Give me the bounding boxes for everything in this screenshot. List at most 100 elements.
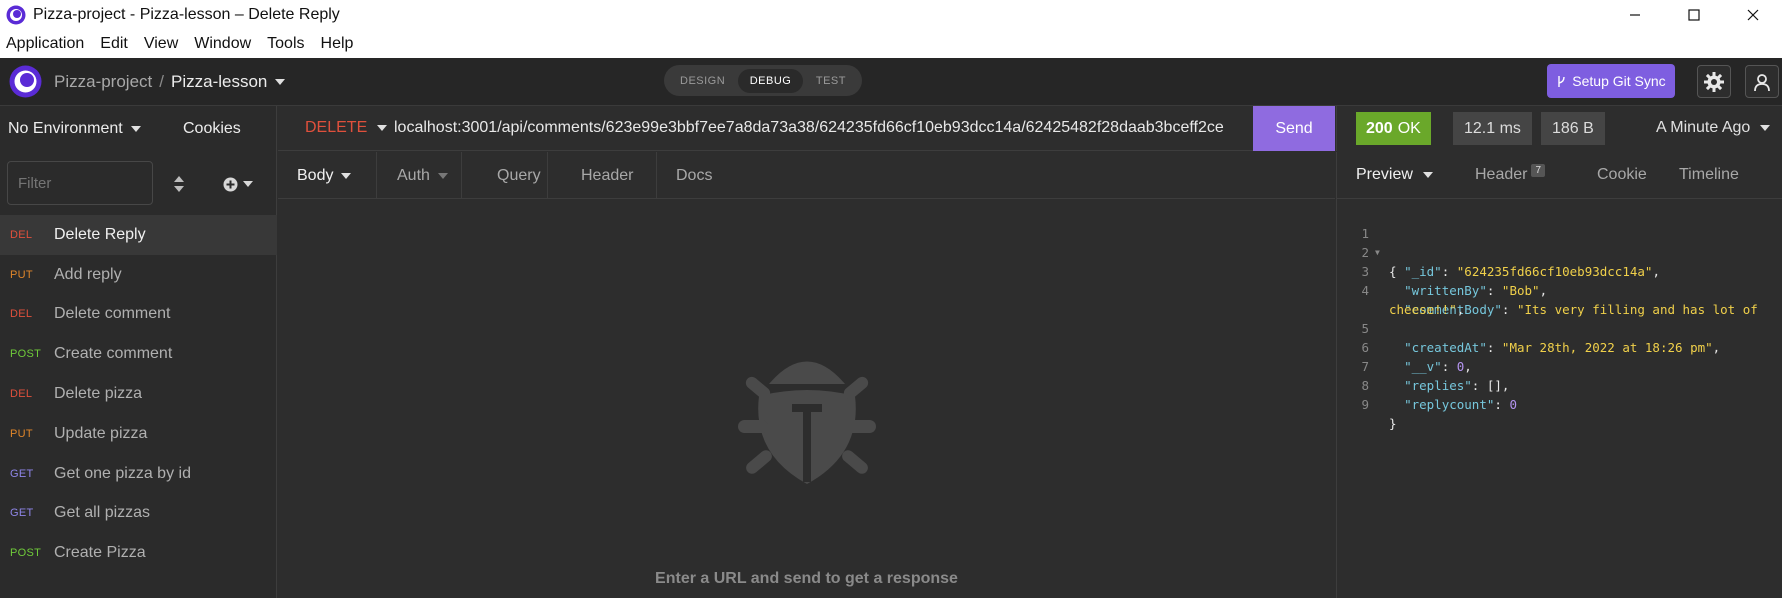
request-name: Delete comment — [54, 305, 171, 323]
menu-window[interactable]: Window — [194, 35, 251, 53]
filter-input[interactable] — [7, 161, 153, 205]
request-list: DEL Delete Reply PUT Add reply DEL Delet… — [0, 215, 277, 573]
status-text: OK — [1397, 119, 1421, 137]
menu-tools[interactable]: Tools — [267, 35, 304, 53]
tab-divider — [461, 152, 462, 199]
list-item[interactable]: GET Get all pizzas — [0, 494, 277, 534]
environment-label: No Environment — [8, 120, 123, 137]
list-item[interactable]: DEL Delete Reply — [0, 215, 277, 255]
status-badge: 200 OK — [1356, 112, 1431, 145]
setup-git-sync-button[interactable]: Setup Git Sync — [1547, 64, 1675, 98]
mode-test[interactable]: TEST — [804, 69, 858, 93]
breadcrumb-separator: / — [159, 72, 164, 91]
method-badge: GET — [10, 467, 34, 480]
list-item[interactable]: DEL Delete pizza — [0, 374, 277, 414]
response-time: 12.1 ms — [1453, 112, 1532, 145]
app-logo-icon — [6, 5, 26, 25]
tab-header[interactable]: Header — [581, 152, 633, 199]
list-item[interactable]: PUT Add reply — [0, 255, 277, 295]
breadcrumb: Pizza-project / Pizza-lesson — [54, 72, 286, 92]
method-badge: DEL — [10, 308, 33, 321]
menu-view[interactable]: View — [144, 35, 178, 53]
tab-label: Auth — [397, 166, 430, 184]
list-item[interactable]: POST Create Pizza — [0, 533, 277, 573]
sort-icon[interactable] — [172, 175, 186, 193]
method-badge: POST — [10, 348, 42, 361]
close-button[interactable] — [1723, 0, 1782, 30]
maximize-icon — [1687, 9, 1700, 21]
tab-label: Preview — [1356, 166, 1413, 183]
breadcrumb-collection[interactable]: Pizza-lesson — [171, 72, 267, 92]
response-history-select[interactable]: A Minute Ago — [1656, 119, 1771, 137]
code-line: 4 "commentBody": "Its very filling and h… — [1337, 262, 1782, 317]
tab-label: Header — [581, 166, 634, 184]
tab-query[interactable]: Query — [497, 152, 541, 199]
tab-response-header[interactable]: Header 7 — [1475, 152, 1546, 198]
app-header: Pizza-project / Pizza-lesson DESIGN DEBU… — [0, 58, 1782, 106]
code-line: 3 "writtenBy": "Bob", — [1337, 243, 1782, 298]
title-bar: Pizza-project - Pizza-lesson – Delete Re… — [0, 0, 1782, 30]
tab-label: Cookie — [1597, 166, 1647, 183]
tab-timeline[interactable]: Timeline — [1679, 152, 1739, 198]
git-sync-label: Setup Git Sync — [1572, 73, 1666, 89]
code-line: 5 "createdAt": "Mar 28th, 2022 at 18:26 … — [1337, 300, 1782, 355]
cookies-button[interactable]: Cookies — [183, 120, 241, 138]
settings-button[interactable] — [1697, 65, 1731, 98]
tab-auth[interactable]: Auth — [397, 152, 448, 199]
chevron-down-icon — [1422, 172, 1433, 178]
chevron-down-icon — [130, 126, 141, 132]
request-name: Delete Reply — [54, 225, 146, 243]
request-name: Get all pizzas — [54, 504, 151, 522]
json-key: "replycount" — [1404, 397, 1495, 412]
method-select[interactable]: DELETE — [305, 119, 388, 137]
tab-docs[interactable]: Docs — [676, 152, 712, 199]
tab-preview[interactable]: Preview — [1356, 152, 1433, 198]
header-count-badge: 7 — [1531, 163, 1546, 177]
breadcrumb-project[interactable]: Pizza-project — [54, 72, 152, 92]
account-button[interactable] — [1745, 65, 1779, 98]
method-badge: PUT — [10, 268, 33, 281]
request-name: Update pizza — [54, 424, 148, 442]
user-icon — [1754, 73, 1770, 91]
close-icon — [1747, 9, 1758, 21]
gear-icon — [1704, 71, 1724, 92]
request-tabs: Body Auth Query Header Docs — [278, 152, 1335, 199]
tab-body[interactable]: Body — [278, 152, 377, 199]
method-badge: DEL — [10, 388, 33, 401]
menu-edit[interactable]: Edit — [100, 35, 128, 53]
menu-application[interactable]: Application — [6, 35, 84, 53]
maximize-button[interactable] — [1664, 0, 1723, 30]
line-number: 9 — [1361, 397, 1369, 412]
mode-debug[interactable]: DEBUG — [737, 68, 804, 93]
branch-icon — [1558, 75, 1565, 87]
list-item[interactable]: DEL Delete comment — [0, 295, 277, 335]
bug-icon — [738, 361, 876, 484]
tab-divider — [656, 152, 657, 199]
chevron-down-icon — [437, 172, 448, 179]
method-badge: DEL — [10, 228, 33, 241]
list-item[interactable]: GET Get one pizza by id — [0, 454, 277, 494]
tab-label: Body — [297, 166, 334, 184]
response-age: A Minute Ago — [1656, 119, 1751, 136]
send-button[interactable]: Send — [1253, 106, 1335, 151]
minimize-button[interactable] — [1605, 0, 1664, 30]
environment-select[interactable]: No Environment — [8, 120, 141, 138]
tab-label: Header — [1475, 166, 1528, 183]
code-line: 2 "_id": "624235fd66cf10eb93dcc14a", — [1337, 224, 1782, 279]
add-request-button[interactable] — [223, 173, 257, 195]
list-item[interactable]: PUT Update pizza — [0, 414, 277, 454]
app-logo-icon[interactable] — [9, 65, 42, 98]
mode-design[interactable]: DESIGN — [668, 69, 737, 93]
url-input[interactable]: localhost:3001/api/comments/623e99e3bbf7… — [394, 119, 1226, 137]
add-circle-icon — [223, 177, 238, 191]
tab-cookie[interactable]: Cookie — [1597, 152, 1647, 198]
menu-help[interactable]: Help — [321, 35, 354, 53]
status-code: 200 — [1366, 119, 1393, 137]
chevron-down-icon[interactable] — [275, 79, 286, 85]
list-item[interactable]: POST Create comment — [0, 334, 277, 374]
empty-state-hint: Enter a URL and send to get a response — [655, 570, 958, 587]
response-tabs: Preview Header 7 Cookie Timeline — [1336, 152, 1782, 199]
response-size: 186 B — [1541, 112, 1605, 145]
filter-row — [0, 161, 277, 207]
tab-label: Docs — [676, 166, 713, 184]
